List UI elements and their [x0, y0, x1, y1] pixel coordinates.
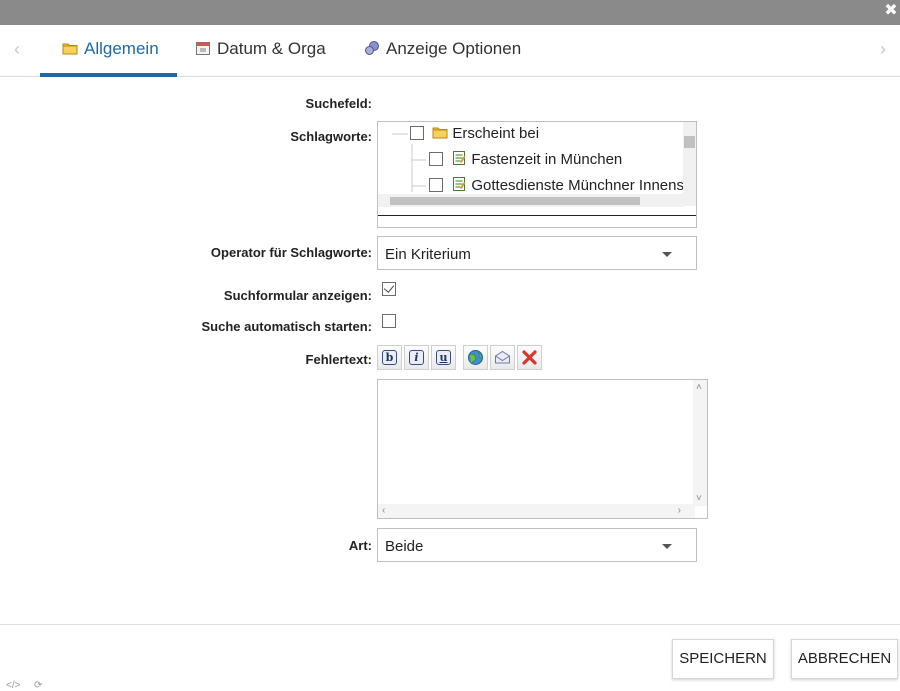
tree-horizontal-scroll-thumb[interactable]: [390, 197, 640, 205]
italic-button[interactable]: i: [404, 345, 429, 370]
tree-vertical-scroll-thumb[interactable]: [684, 136, 695, 148]
scroll-right-icon[interactable]: ›: [678, 505, 681, 516]
tab-allgemein-label: Allgemein: [84, 39, 159, 58]
document-icon: [453, 177, 466, 191]
scroll-up-icon[interactable]: ˄: [696, 382, 702, 393]
suchefeld-label: Suchefeld:: [305, 96, 372, 111]
textarea-vertical-scrollbar[interactable]: ˄ ˅: [693, 380, 707, 506]
tabs-next-arrow-icon[interactable]: ›: [880, 39, 886, 60]
link-button[interactable]: [463, 345, 488, 370]
art-select[interactable]: Beide: [377, 528, 697, 562]
footer-divider: [0, 624, 900, 625]
email-button[interactable]: [490, 345, 515, 370]
operator-label: Operator für Schlagworte:: [210, 245, 372, 260]
auto-start-checkbox[interactable]: [382, 314, 396, 328]
folder-icon: [62, 43, 78, 55]
tab-anzeige-optionen[interactable]: Anzeige Optionen: [364, 39, 521, 77]
tree-vertical-scrollbar[interactable]: [683, 122, 696, 206]
clear-button[interactable]: [517, 345, 542, 370]
tab-bar: ‹ Allgemein Datum & Orga Anzeige Optione…: [0, 25, 900, 77]
globe-icon: [468, 350, 483, 365]
display-options-icon: [365, 41, 379, 55]
operator-select[interactable]: Ein Kriterium: [377, 236, 697, 270]
tab-anzeige-optionen-label: Anzeige Optionen: [386, 39, 522, 58]
italic-icon: i: [409, 350, 424, 365]
underline-icon: u: [436, 350, 451, 365]
close-icon[interactable]: ✖: [884, 3, 898, 19]
cancel-button[interactable]: ABBRECHEN: [791, 639, 898, 679]
tree-item-label: Erscheint bei: [452, 125, 540, 142]
document-icon: [453, 151, 466, 165]
scroll-down-icon[interactable]: ˅: [696, 493, 702, 504]
window-titlebar: ✖: [0, 0, 900, 25]
art-label: Art:: [348, 538, 372, 553]
textarea-horizontal-scrollbar[interactable]: ‹ ›: [378, 504, 695, 518]
tree-item-label: Gottesdienste Münchner Innens: [471, 177, 684, 194]
chevron-down-icon: [662, 252, 672, 257]
refresh-icon[interactable]: ⟳: [34, 680, 42, 691]
tree-item-label: Fastenzeit in München: [471, 151, 623, 168]
tab-datum-orga-label: Datum & Orga: [217, 39, 326, 58]
suchformular-label: Suchformular anzeigen:: [223, 288, 372, 303]
mail-icon: [495, 350, 510, 364]
underline-button[interactable]: u: [431, 345, 456, 370]
calendar-icon: [196, 42, 210, 55]
fehlertext-label: Fehlertext:: [305, 352, 372, 367]
tabs-prev-arrow-icon[interactable]: ‹: [14, 39, 20, 60]
bold-icon: b: [382, 350, 397, 365]
art-select-value: Beide: [385, 538, 424, 555]
checkmark-icon: [383, 282, 395, 293]
schlagworte-tree[interactable]: Erscheint bei Fastenzeit in München Gott…: [377, 121, 697, 228]
tab-datum-orga[interactable]: Datum & Orga: [195, 39, 326, 77]
fehlertext-textarea[interactable]: ˄ ˅ ‹ ›: [377, 379, 708, 519]
schlagworte-label: Schlagworte:: [290, 129, 372, 144]
tree-item-fastenzeit[interactable]: Fastenzeit in München: [429, 150, 622, 172]
tree-connector-lines: [392, 133, 426, 192]
bold-button[interactable]: b: [377, 345, 402, 370]
source-code-icon[interactable]: </>: [6, 680, 20, 691]
suchformular-checkbox[interactable]: [382, 282, 396, 296]
chevron-down-icon: [662, 544, 672, 549]
tab-allgemein[interactable]: Allgemein: [40, 39, 177, 77]
tree-divider: [378, 215, 696, 216]
x-icon: [522, 350, 537, 365]
auto-start-label: Suche automatisch starten:: [201, 319, 373, 334]
save-button[interactable]: SPEICHERN: [672, 639, 774, 679]
scroll-left-icon[interactable]: ‹: [382, 505, 385, 516]
tree-horizontal-scrollbar[interactable]: [378, 194, 684, 207]
operator-select-value: Ein Kriterium: [385, 246, 471, 263]
